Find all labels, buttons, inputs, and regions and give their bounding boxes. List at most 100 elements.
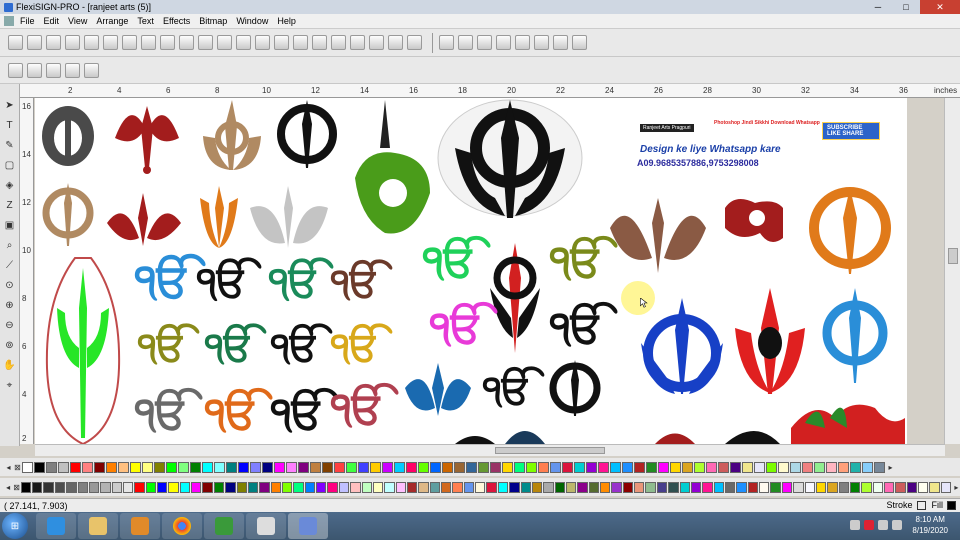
shape-icon[interactable]: ▢ — [3, 158, 17, 172]
color-swatch[interactable] — [441, 481, 452, 493]
color-swatch[interactable] — [929, 481, 940, 493]
color-swatch[interactable] — [43, 481, 54, 493]
color-swatch[interactable] — [690, 481, 702, 493]
horizontal-scrollbar[interactable] — [35, 444, 945, 456]
color-swatch[interactable] — [670, 461, 681, 473]
menu-view[interactable]: View — [68, 16, 87, 26]
color-swatch[interactable] — [179, 481, 191, 493]
palette-scroll-right-icon[interactable]: ▸ — [886, 462, 895, 473]
layout-icon[interactable] — [312, 35, 327, 50]
color-swatch[interactable] — [520, 481, 531, 493]
outline-icon[interactable] — [553, 35, 568, 50]
khanda-black[interactable] — [277, 100, 337, 168]
color-swatch[interactable] — [884, 481, 895, 493]
color-swatch[interactable] — [382, 461, 393, 473]
group-icon[interactable] — [439, 35, 454, 50]
color-swatch[interactable] — [58, 461, 69, 473]
taskbar-corel[interactable] — [204, 513, 244, 539]
menu-help[interactable]: Help — [277, 16, 296, 26]
volume-icon[interactable] — [892, 520, 903, 530]
color-swatch[interactable] — [238, 461, 249, 473]
color-swatch[interactable] — [262, 461, 273, 473]
color-swatch[interactable] — [730, 461, 741, 473]
color-swatch[interactable] — [346, 461, 357, 473]
color-swatch[interactable] — [270, 481, 281, 493]
color-swatch[interactable] — [293, 481, 304, 493]
production-manager-icon[interactable] — [141, 35, 156, 50]
color-settings-icon[interactable] — [331, 35, 346, 50]
color-swatch[interactable] — [718, 461, 729, 473]
ik-onkar-gray[interactable]: ੴ — [134, 387, 203, 439]
undo-icon[interactable] — [217, 35, 232, 50]
zoom-in-icon[interactable]: ⊕ — [3, 298, 17, 312]
color-swatch[interactable] — [827, 481, 838, 493]
color-swatch[interactable] — [550, 461, 561, 473]
page-setup-icon[interactable] — [293, 35, 308, 50]
weld-icon[interactable] — [515, 35, 530, 50]
palette-scroll-right-icon[interactable]: ▸ — [952, 482, 960, 493]
color-swatch[interactable] — [310, 461, 321, 473]
color-swatch[interactable] — [334, 461, 345, 473]
color-swatch[interactable] — [20, 481, 32, 493]
start-button[interactable]: ⊞ — [2, 513, 28, 539]
color-swatch[interactable] — [100, 481, 111, 493]
ik-onkar-teal[interactable]: ੴ — [204, 323, 267, 370]
import-icon[interactable] — [65, 35, 80, 50]
magnify-icon[interactable] — [369, 35, 384, 50]
color-swatch[interactable] — [490, 461, 501, 473]
khanda-tan[interactable] — [203, 100, 261, 170]
contour-icon[interactable]: Z — [3, 198, 17, 212]
ik-onkar-magenta[interactable]: ੴ — [429, 301, 498, 353]
color-swatch[interactable] — [778, 461, 789, 473]
color-swatch[interactable] — [418, 481, 429, 493]
color-swatch[interactable] — [154, 461, 165, 473]
khanda-black-large[interactable] — [437, 99, 583, 218]
outline-effect-icon[interactable] — [46, 62, 61, 78]
color-swatch[interactable] — [940, 481, 952, 493]
color-swatch[interactable] — [668, 481, 679, 493]
zoom-out-icon[interactable]: ⊖ — [3, 318, 17, 332]
color-swatch[interactable] — [406, 481, 418, 493]
color-swatch[interactable] — [804, 481, 815, 493]
pointer-icon[interactable]: ➤ — [3, 98, 17, 112]
color-swatch[interactable] — [281, 481, 293, 493]
color-swatch[interactable] — [166, 461, 177, 473]
color-swatch[interactable] — [370, 461, 381, 473]
color-swatch[interactable] — [358, 461, 369, 473]
color-swatch[interactable] — [82, 461, 93, 473]
color-swatch[interactable] — [706, 461, 717, 473]
fill-icon[interactable]: ◈ — [3, 178, 17, 192]
color-swatch[interactable] — [77, 481, 88, 493]
color-swatch[interactable] — [118, 461, 129, 473]
color-swatch[interactable] — [918, 481, 929, 493]
ik-onkar-blue[interactable]: ੴ — [134, 253, 206, 307]
distort-icon[interactable] — [8, 62, 23, 78]
undo-list-icon[interactable] — [255, 35, 270, 50]
color-swatch[interactable] — [849, 481, 861, 493]
color-swatch[interactable] — [747, 481, 759, 493]
color-swatch[interactable] — [586, 461, 597, 473]
text-icon[interactable]: T — [3, 118, 17, 132]
color-swatch[interactable] — [906, 481, 918, 493]
khanda-black-small[interactable] — [549, 360, 601, 416]
ik-onkar-black-4[interactable]: ੴ — [270, 387, 339, 439]
redo-icon[interactable] — [236, 35, 251, 50]
combine-icon[interactable] — [477, 35, 492, 50]
khanda-orange-small[interactable] — [200, 186, 238, 248]
clock[interactable]: 8:10 AM 8/19/2020 — [912, 514, 948, 536]
color-swatch[interactable] — [814, 461, 825, 473]
color-swatch[interactable] — [130, 461, 141, 473]
copy-icon[interactable] — [179, 35, 194, 50]
color-swatch[interactable] — [236, 481, 247, 493]
color-swatch[interactable] — [463, 481, 475, 493]
network-icon[interactable] — [878, 520, 889, 530]
zoom-fit-icon[interactable]: ⊚ — [3, 338, 17, 352]
color-swatch[interactable] — [634, 461, 645, 473]
ik-onkar-green-dark[interactable]: ੴ — [268, 257, 334, 306]
color-swatch[interactable] — [861, 481, 872, 493]
color-swatch[interactable] — [145, 481, 157, 493]
color-swatch[interactable] — [475, 481, 486, 493]
shadow-icon[interactable] — [27, 62, 42, 78]
zoom-icon[interactable]: ⊙ — [3, 278, 17, 292]
color-swatch[interactable] — [286, 461, 297, 473]
